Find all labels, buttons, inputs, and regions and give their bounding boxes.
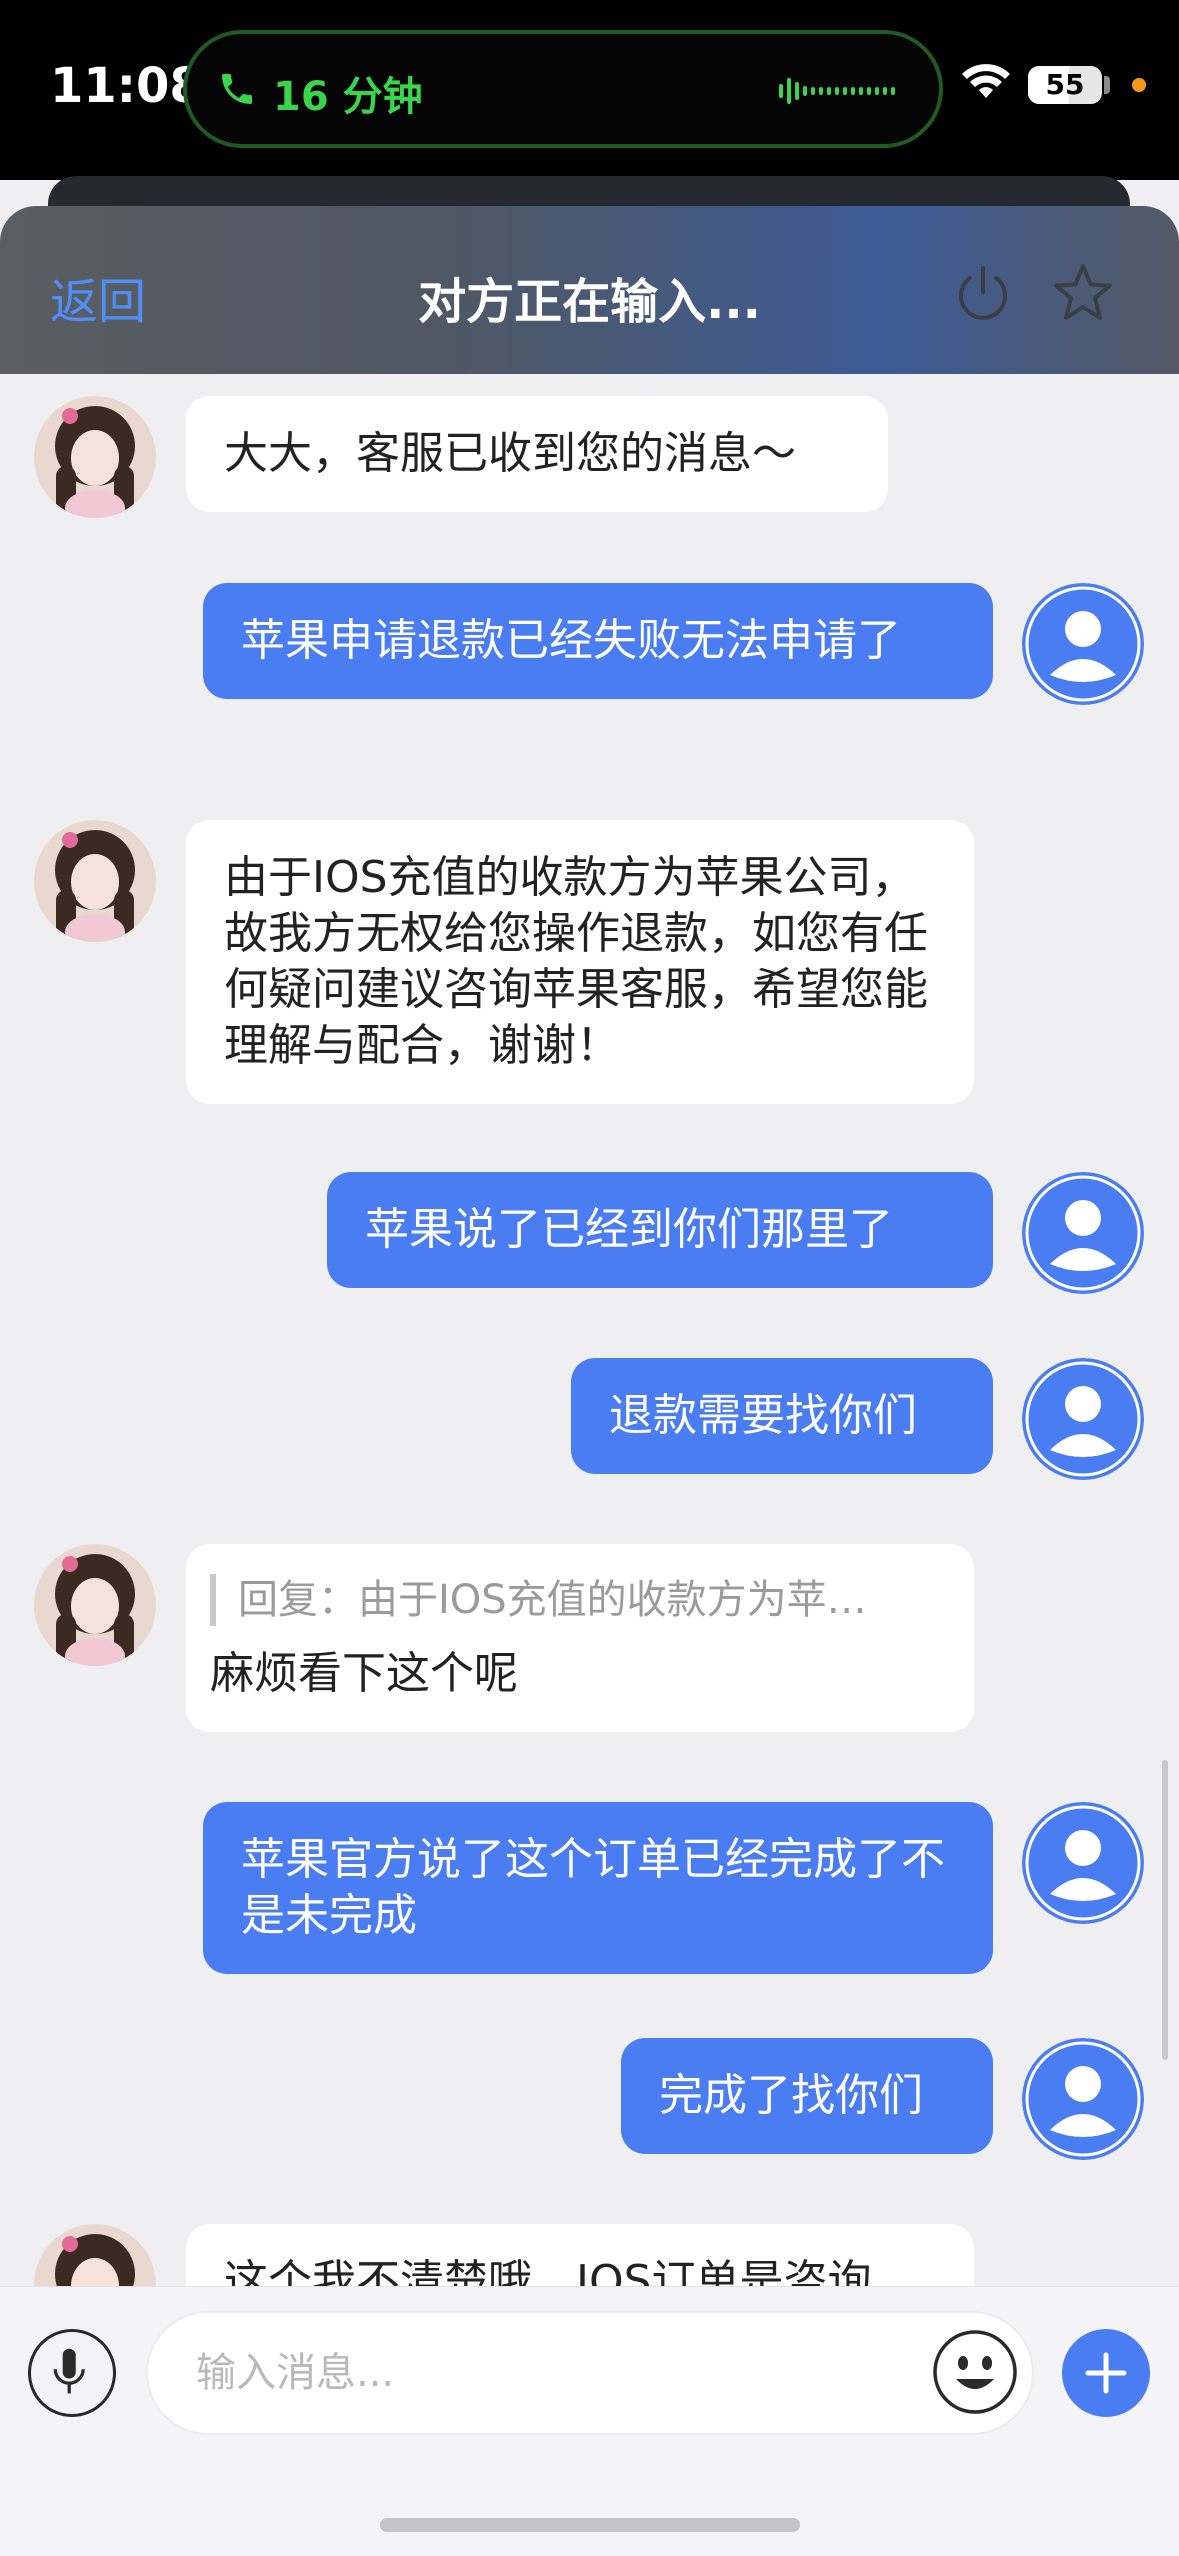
power-icon[interactable] — [950, 260, 1016, 326]
call-duration: 16 分钟 — [273, 74, 423, 120]
message-bubble-user: 退款需要找你们 — [571, 1358, 993, 1474]
message-bubble-user: 苹果申请退款已经失败无法申请了 — [203, 583, 993, 699]
chat-screen: 11:08 16 分钟 55 返回 对方正在输入... 大大，客服已收到您的消息… — [0, 0, 1179, 2556]
user-avatar[interactable] — [1022, 583, 1144, 705]
agent-avatar[interactable] — [34, 2224, 156, 2286]
reply-text: 麻烦看下这个呢 — [210, 1648, 518, 1699]
message-list[interactable]: 大大，客服已收到您的消息～ 苹果申请退款已经失败无法申请了 由于IOS充值的收款… — [0, 374, 1179, 2286]
voice-input-button[interactable] — [28, 2329, 116, 2417]
message-bubble-agent: 这个我不清楚哦，IOS订单是咨询 — [186, 2224, 974, 2286]
privacy-indicator-dot — [1132, 78, 1146, 92]
agent-avatar[interactable] — [34, 396, 156, 518]
reply-quote[interactable]: 回复：由于IOS充值的收款方为苹… — [210, 1574, 950, 1626]
agent-avatar[interactable] — [34, 820, 156, 942]
user-avatar[interactable] — [1022, 1802, 1144, 1924]
status-bar: 11:08 16 分钟 55 — [0, 0, 1179, 180]
wifi-icon — [962, 64, 1010, 98]
microphone-icon — [53, 2348, 85, 2394]
user-avatar[interactable] — [1022, 1358, 1144, 1480]
phone-icon — [222, 74, 252, 104]
active-call-pill[interactable]: 16 分钟 — [183, 30, 943, 148]
message-input[interactable] — [146, 2311, 1034, 2435]
audio-wave-icon — [779, 78, 895, 104]
battery-percentage: 55 — [1045, 68, 1085, 101]
plus-icon — [1085, 2352, 1127, 2394]
add-attachment-button[interactable] — [1062, 2329, 1150, 2417]
message-bubble-user: 苹果官方说了这个订单已经完成了不是未完成 — [203, 1802, 993, 1974]
message-bubble-agent: 由于IOS充值的收款方为苹果公司，故我方无权给您操作退款，如您有任何疑问建议咨询… — [186, 820, 974, 1104]
message-bubble-agent: 大大，客服已收到您的消息～ — [186, 396, 888, 512]
message-bubble-user: 苹果说了已经到你们那里了 — [327, 1172, 993, 1288]
battery-indicator: 55 — [1028, 66, 1102, 104]
chat-header: 返回 对方正在输入... — [0, 206, 1179, 374]
user-avatar[interactable] — [1022, 2038, 1144, 2160]
message-bubble-user: 完成了找你们 — [621, 2038, 993, 2154]
status-time: 11:08 — [50, 58, 203, 114]
agent-avatar[interactable] — [34, 1544, 156, 1666]
star-icon[interactable] — [1050, 260, 1116, 326]
user-avatar[interactable] — [1022, 1172, 1144, 1294]
home-indicator[interactable] — [380, 2518, 800, 2532]
battery-tip — [1104, 76, 1110, 94]
scrollbar[interactable] — [1162, 1760, 1168, 2060]
message-composer — [0, 2286, 1179, 2556]
message-bubble-agent-reply: 回复：由于IOS充值的收款方为苹… 麻烦看下这个呢 — [186, 1544, 974, 1732]
smiley-icon[interactable] — [930, 2327, 1020, 2417]
